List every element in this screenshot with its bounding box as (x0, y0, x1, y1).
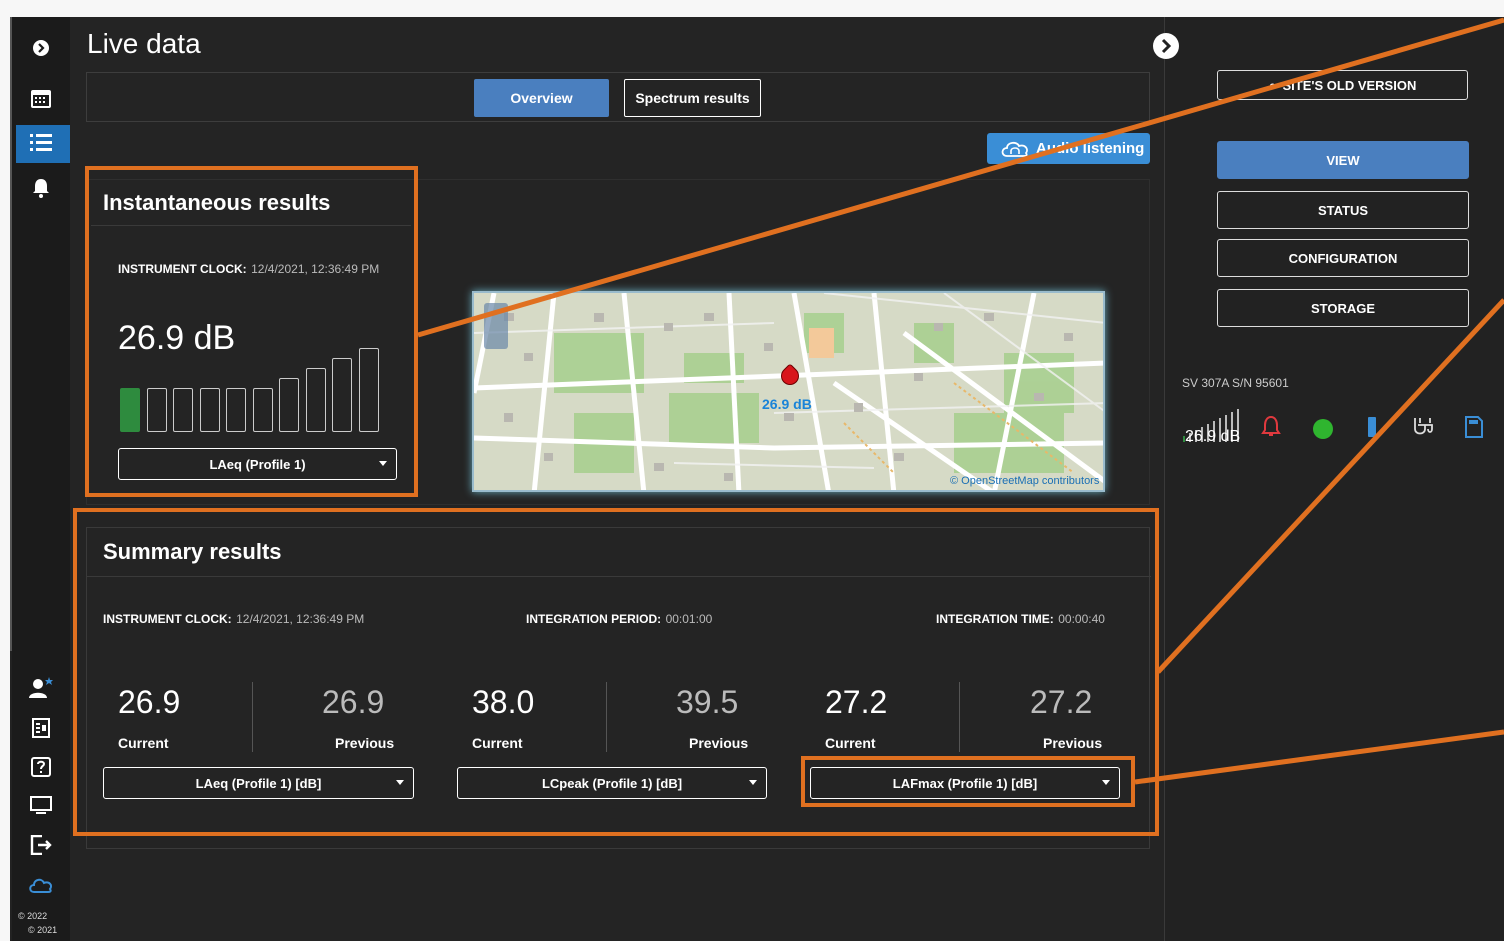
window-left-edge (0, 17, 10, 941)
sidebar: © 2022 © 2021 (12, 17, 70, 941)
location-map[interactable]: 26.9 dB © OpenStreetMap contributors (472, 291, 1105, 492)
map-marker-label: 26.9 dB (762, 396, 812, 412)
tab-spectrum-results[interactable]: Spectrum results (624, 79, 761, 117)
logout-icon[interactable] (26, 830, 56, 860)
map-attribution[interactable]: © OpenStreetMap contributors (950, 475, 1099, 487)
cloud-headphones-icon (1001, 141, 1028, 157)
window-top-edge (0, 0, 1504, 17)
tab-overview[interactable]: Overview (474, 79, 609, 117)
user-icon[interactable] (26, 673, 56, 703)
instrument-level: 26.9 dB (1185, 428, 1241, 445)
status-ok-indicator (1313, 419, 1333, 439)
site-old-version-button[interactable]: ● SITE'S OLD VERSION (1217, 70, 1468, 100)
report-icon[interactable] (26, 713, 56, 743)
copyright-text: © 2022 (18, 911, 48, 921)
collapse-panel-chevron-icon[interactable] (1152, 32, 1180, 65)
sd-card-icon (1464, 415, 1484, 444)
audio-listening-label: Audio listening (1036, 140, 1145, 157)
globe-icon: ● (1268, 77, 1277, 93)
right-panel: ● SITE'S OLD VERSION VIEW STATUS CONFIGU… (1164, 17, 1504, 941)
tab-bar: Overview Spectrum results (86, 72, 1150, 122)
copyright-text-2: © 2021 (28, 925, 58, 935)
alarm-bell-icon[interactable] (1261, 415, 1281, 444)
expand-chevron-icon[interactable] (26, 33, 56, 63)
map-tiles (474, 293, 1103, 490)
help-icon[interactable] (26, 752, 56, 782)
highlight-dropdown (801, 756, 1135, 807)
status-button[interactable]: STATUS (1217, 191, 1469, 229)
page-title: Live data (87, 28, 201, 59)
bell-icon[interactable] (26, 173, 56, 203)
audio-listening-button[interactable]: Audio listening (987, 133, 1150, 164)
configuration-button[interactable]: CONFIGURATION (1217, 239, 1469, 277)
site-old-version-label: SITE'S OLD VERSION (1282, 77, 1417, 93)
view-button[interactable]: VIEW (1217, 141, 1469, 179)
window-border (10, 17, 12, 651)
monitor-icon[interactable] (26, 791, 56, 821)
battery-icon (1368, 417, 1376, 437)
cloud-icon[interactable] (26, 870, 56, 900)
highlight-instantaneous (85, 166, 418, 497)
calendar-icon[interactable] (26, 83, 56, 113)
storage-button[interactable]: STORAGE (1217, 289, 1469, 327)
list-icon[interactable] (26, 128, 56, 158)
instrument-name: SV 307A S/N 95601 (1182, 376, 1289, 390)
power-plug-icon (1411, 415, 1435, 444)
